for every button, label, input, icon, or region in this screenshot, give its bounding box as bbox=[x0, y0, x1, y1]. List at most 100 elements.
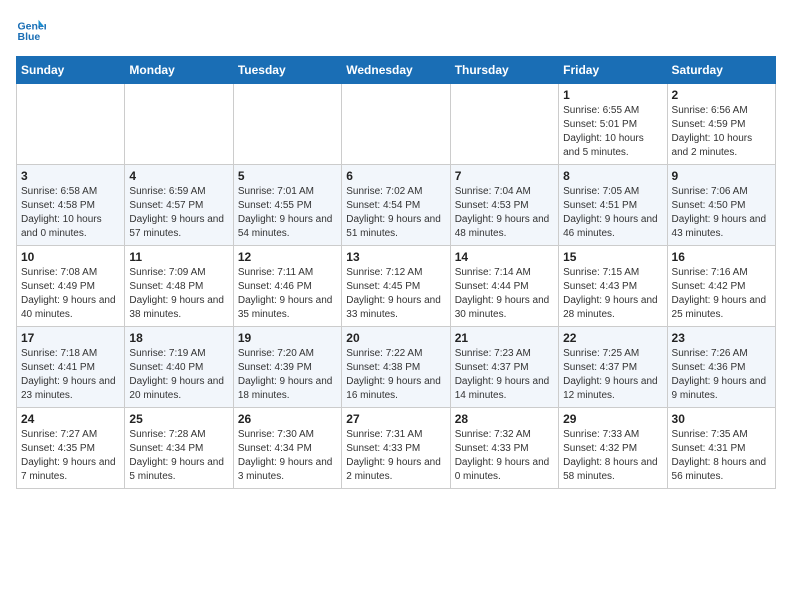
day-info: Sunrise: 7:18 AM Sunset: 4:41 PM Dayligh… bbox=[21, 347, 120, 403]
calendar-cell: 11Sunrise: 7:09 AM Sunset: 4:48 PM Dayli… bbox=[125, 246, 233, 327]
day-number: 17 bbox=[21, 331, 120, 345]
calendar-cell: 27 Sunrise: 7:31 AM Sunset: 4:33 PM Dayli… bbox=[342, 408, 450, 489]
calendar-header-saturday: Saturday bbox=[667, 57, 775, 84]
calendar-cell: 5Sunrise: 7:01 AM Sunset: 4:55 PM Daylig… bbox=[233, 165, 341, 246]
calendar-cell: 9 Sunrise: 7:06 AM Sunset: 4:50 PM Daylig… bbox=[667, 165, 775, 246]
logo: General Blue bbox=[16, 16, 50, 46]
calendar-header-tuesday: Tuesday bbox=[233, 57, 341, 84]
day-info: Sunrise: 7:27 AM Sunset: 4:35 PM Dayligh… bbox=[21, 428, 120, 484]
day-info: Sunrise: 7:02 AM Sunset: 4:54 PM Dayligh… bbox=[346, 185, 445, 241]
calendar-cell: 19 Sunrise: 7:20 AM Sunset: 4:39 PM Dayli… bbox=[233, 327, 341, 408]
calendar-cell: 7 Sunrise: 7:04 AM Sunset: 4:53 PM Daylig… bbox=[450, 165, 558, 246]
calendar-header-sunday: Sunday bbox=[17, 57, 125, 84]
calendar-header-thursday: Thursday bbox=[450, 57, 558, 84]
day-info: Sunrise: 7:25 AM Sunset: 4:37 PM Dayligh… bbox=[563, 347, 662, 403]
day-info: Sunrise: 7:05 AM Sunset: 4:51 PM Dayligh… bbox=[563, 185, 662, 241]
day-number: 29 bbox=[563, 412, 662, 426]
day-info: Sunrise: 7:08 AM Sunset: 4:49 PM Dayligh… bbox=[21, 266, 120, 322]
calendar-cell bbox=[450, 84, 558, 165]
day-info: Sunrise: 7:14 AM Sunset: 4:44 PM Dayligh… bbox=[455, 266, 554, 322]
day-info: Sunrise: 7:15 AM Sunset: 4:43 PM Dayligh… bbox=[563, 266, 662, 322]
day-number: 28 bbox=[455, 412, 554, 426]
calendar-cell: 18 Sunrise: 7:19 AM Sunset: 4:40 PM Dayli… bbox=[125, 327, 233, 408]
calendar-cell: 20 Sunrise: 7:22 AM Sunset: 4:38 PM Dayli… bbox=[342, 327, 450, 408]
day-info: Sunrise: 7:20 AM Sunset: 4:39 PM Dayligh… bbox=[238, 347, 337, 403]
day-info: Sunrise: 7:26 AM Sunset: 4:36 PM Dayligh… bbox=[672, 347, 771, 403]
page-header: General Blue bbox=[16, 16, 776, 46]
day-number: 13 bbox=[346, 250, 445, 264]
calendar-week-row: 10 Sunrise: 7:08 AM Sunset: 4:49 PM Dayli… bbox=[17, 246, 776, 327]
day-info: Sunrise: 7:28 AM Sunset: 4:34 PM Dayligh… bbox=[129, 428, 228, 484]
calendar-cell: 12 Sunrise: 7:11 AM Sunset: 4:46 PM Dayli… bbox=[233, 246, 341, 327]
calendar-cell: 23 Sunrise: 7:26 AM Sunset: 4:36 PM Dayli… bbox=[667, 327, 775, 408]
day-info: Sunrise: 7:11 AM Sunset: 4:46 PM Dayligh… bbox=[238, 266, 337, 322]
day-info: Sunrise: 7:04 AM Sunset: 4:53 PM Dayligh… bbox=[455, 185, 554, 241]
logo-icon: General Blue bbox=[16, 16, 46, 46]
day-number: 19 bbox=[238, 331, 337, 345]
calendar-cell bbox=[342, 84, 450, 165]
day-number: 7 bbox=[455, 169, 554, 183]
day-info: Sunrise: 7:01 AM Sunset: 4:55 PM Dayligh… bbox=[238, 185, 337, 241]
calendar-week-row: 1 Sunrise: 6:55 AM Sunset: 5:01 PM Daylig… bbox=[17, 84, 776, 165]
day-number: 10 bbox=[21, 250, 120, 264]
day-number: 23 bbox=[672, 331, 771, 345]
calendar-cell: 29 Sunrise: 7:33 AM Sunset: 4:32 PM Dayli… bbox=[559, 408, 667, 489]
calendar-cell: 24 Sunrise: 7:27 AM Sunset: 4:35 PM Dayli… bbox=[17, 408, 125, 489]
day-number: 1 bbox=[563, 88, 662, 102]
day-info: Sunrise: 7:19 AM Sunset: 4:40 PM Dayligh… bbox=[129, 347, 228, 403]
calendar-cell bbox=[17, 84, 125, 165]
day-number: 9 bbox=[672, 169, 771, 183]
day-info: Sunrise: 6:58 AM Sunset: 4:58 PM Dayligh… bbox=[21, 185, 120, 241]
day-info: Sunrise: 6:55 AM Sunset: 5:01 PM Dayligh… bbox=[563, 104, 662, 160]
calendar-cell: 4Sunrise: 6:59 AM Sunset: 4:57 PM Daylig… bbox=[125, 165, 233, 246]
calendar-cell bbox=[233, 84, 341, 165]
calendar-header-wednesday: Wednesday bbox=[342, 57, 450, 84]
day-info: Sunrise: 7:23 AM Sunset: 4:37 PM Dayligh… bbox=[455, 347, 554, 403]
day-number: 16 bbox=[672, 250, 771, 264]
calendar-week-row: 24 Sunrise: 7:27 AM Sunset: 4:35 PM Dayli… bbox=[17, 408, 776, 489]
calendar-cell: 15Sunrise: 7:15 AM Sunset: 4:43 PM Dayli… bbox=[559, 246, 667, 327]
day-number: 11 bbox=[129, 250, 228, 264]
calendar-cell bbox=[125, 84, 233, 165]
day-number: 26 bbox=[238, 412, 337, 426]
day-number: 3 bbox=[21, 169, 120, 183]
svg-text:Blue: Blue bbox=[18, 31, 41, 43]
day-number: 18 bbox=[129, 331, 228, 345]
day-number: 24 bbox=[21, 412, 120, 426]
calendar-table: SundayMondayTuesdayWednesdayThursdayFrid… bbox=[16, 56, 776, 489]
calendar-cell: 6 Sunrise: 7:02 AM Sunset: 4:54 PM Daylig… bbox=[342, 165, 450, 246]
calendar-cell: 3 Sunrise: 6:58 AM Sunset: 4:58 PM Daylig… bbox=[17, 165, 125, 246]
calendar-header-monday: Monday bbox=[125, 57, 233, 84]
day-number: 12 bbox=[238, 250, 337, 264]
calendar-cell: 17 Sunrise: 7:18 AM Sunset: 4:41 PM Dayli… bbox=[17, 327, 125, 408]
calendar-cell: 26 Sunrise: 7:30 AM Sunset: 4:34 PM Dayli… bbox=[233, 408, 341, 489]
day-info: Sunrise: 7:31 AM Sunset: 4:33 PM Dayligh… bbox=[346, 428, 445, 484]
day-number: 6 bbox=[346, 169, 445, 183]
day-info: Sunrise: 7:33 AM Sunset: 4:32 PM Dayligh… bbox=[563, 428, 662, 484]
day-number: 8 bbox=[563, 169, 662, 183]
day-number: 14 bbox=[455, 250, 554, 264]
day-number: 20 bbox=[346, 331, 445, 345]
calendar-cell: 10 Sunrise: 7:08 AM Sunset: 4:49 PM Dayli… bbox=[17, 246, 125, 327]
calendar-cell: 25Sunrise: 7:28 AM Sunset: 4:34 PM Dayli… bbox=[125, 408, 233, 489]
day-info: Sunrise: 7:06 AM Sunset: 4:50 PM Dayligh… bbox=[672, 185, 771, 241]
calendar-cell: 14 Sunrise: 7:14 AM Sunset: 4:44 PM Dayli… bbox=[450, 246, 558, 327]
calendar-cell: 22 Sunrise: 7:25 AM Sunset: 4:37 PM Dayli… bbox=[559, 327, 667, 408]
day-info: Sunrise: 7:32 AM Sunset: 4:33 PM Dayligh… bbox=[455, 428, 554, 484]
calendar-cell: 30Sunrise: 7:35 AM Sunset: 4:31 PM Dayli… bbox=[667, 408, 775, 489]
calendar-header-row: SundayMondayTuesdayWednesdayThursdayFrid… bbox=[17, 57, 776, 84]
calendar-header-friday: Friday bbox=[559, 57, 667, 84]
day-number: 22 bbox=[563, 331, 662, 345]
day-info: Sunrise: 7:16 AM Sunset: 4:42 PM Dayligh… bbox=[672, 266, 771, 322]
calendar-cell: 13Sunrise: 7:12 AM Sunset: 4:45 PM Dayli… bbox=[342, 246, 450, 327]
day-info: Sunrise: 7:22 AM Sunset: 4:38 PM Dayligh… bbox=[346, 347, 445, 403]
calendar-week-row: 3 Sunrise: 6:58 AM Sunset: 4:58 PM Daylig… bbox=[17, 165, 776, 246]
day-number: 27 bbox=[346, 412, 445, 426]
calendar-cell: 16 Sunrise: 7:16 AM Sunset: 4:42 PM Dayli… bbox=[667, 246, 775, 327]
day-number: 4 bbox=[129, 169, 228, 183]
day-info: Sunrise: 7:35 AM Sunset: 4:31 PM Dayligh… bbox=[672, 428, 771, 484]
day-info: Sunrise: 7:30 AM Sunset: 4:34 PM Dayligh… bbox=[238, 428, 337, 484]
day-info: Sunrise: 6:56 AM Sunset: 4:59 PM Dayligh… bbox=[672, 104, 771, 160]
calendar-cell: 2Sunrise: 6:56 AM Sunset: 4:59 PM Daylig… bbox=[667, 84, 775, 165]
calendar-week-row: 17 Sunrise: 7:18 AM Sunset: 4:41 PM Dayli… bbox=[17, 327, 776, 408]
